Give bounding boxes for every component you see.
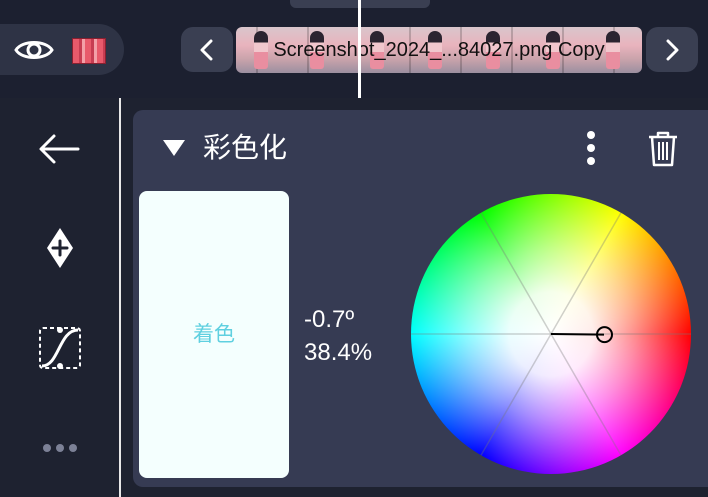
- previous-clip-button[interactable]: [181, 27, 233, 72]
- panel-title: 彩色化: [203, 131, 288, 164]
- color-swatch[interactable]: 着色: [139, 191, 289, 478]
- arrow-left-icon[interactable]: [36, 131, 82, 167]
- triangle-down-icon[interactable]: [162, 139, 186, 157]
- playhead[interactable]: [358, 0, 361, 98]
- clip-thumbnail[interactable]: Screenshot_2024_...84027.png Copy: [236, 27, 642, 73]
- chevron-left-icon: [200, 39, 213, 61]
- sidebar-divider: [119, 98, 121, 497]
- next-clip-button[interactable]: [646, 27, 698, 72]
- layer-thumbnail[interactable]: [72, 38, 106, 64]
- eye-icon[interactable]: [14, 36, 54, 64]
- clip-name: Screenshot_2024_...84027.png Copy: [273, 39, 605, 61]
- more-vertical-icon[interactable]: [582, 130, 600, 166]
- color-wheel[interactable]: [411, 194, 691, 474]
- trash-icon[interactable]: [646, 130, 680, 168]
- curve-icon[interactable]: [37, 325, 83, 371]
- more-horizontal-icon[interactable]: [42, 441, 78, 455]
- swatch-label: 着色: [193, 322, 235, 346]
- wheel-overlay: [411, 212, 691, 456]
- saturation-value: 38.4%: [304, 339, 373, 366]
- chevron-right-icon: [666, 39, 679, 61]
- add-keyframe-icon[interactable]: [44, 226, 76, 270]
- hue-value: -0.7º: [304, 306, 355, 333]
